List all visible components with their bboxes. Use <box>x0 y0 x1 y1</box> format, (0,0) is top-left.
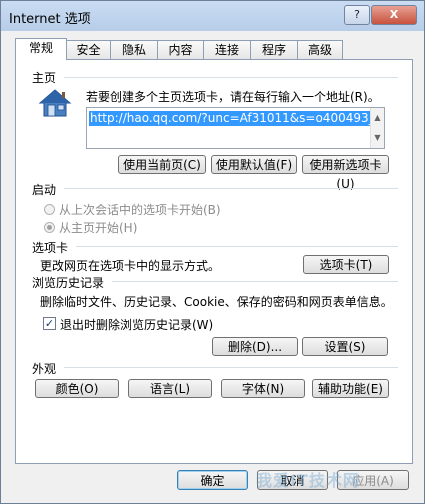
history-settings-button[interactable]: 设置(S) <box>302 337 388 356</box>
history-description: 删除临时文件、历史记录、Cookie、保存的密码和网页表单信息。 <box>40 295 393 309</box>
homepage-url-text: http://hao.qq.com/?unc=Af31011&s=o400493… <box>89 111 376 126</box>
window-title: Internet 选项 <box>9 12 91 27</box>
homepage-divider <box>64 77 398 78</box>
radio-homepage-label: 从主页开始(H) <box>59 221 138 235</box>
tab-general[interactable]: 常规 <box>15 38 67 60</box>
radio-last-session[interactable] <box>44 204 55 215</box>
tabs-section-description: 更改网页在选项卡中的显示方式。 <box>40 259 221 273</box>
appearance-heading: 外观 <box>32 362 57 376</box>
history-divider <box>112 281 398 282</box>
delete-history-on-exit-label: 退出时删除浏览历史记录(W) <box>60 318 214 332</box>
tabs-section-heading: 选项卡 <box>32 241 69 255</box>
delete-history-button[interactable]: 删除(D)... <box>212 337 298 356</box>
tab-programs[interactable]: 程序 <box>250 40 298 59</box>
appearance-divider <box>64 367 398 368</box>
homepage-heading: 主页 <box>32 71 57 85</box>
homepage-url-field[interactable]: http://hao.qq.com/?unc=Af31011&s=o400493… <box>86 107 385 149</box>
tab-advanced[interactable]: 高级 <box>297 40 343 59</box>
accessibility-button[interactable]: 辅助功能(E) <box>312 379 389 398</box>
url-scrollbar[interactable]: ▲ ▼ <box>370 108 384 148</box>
tab-privacy[interactable]: 隐私 <box>110 40 158 59</box>
title-bar[interactable]: Internet 选项 ? X <box>1 1 424 31</box>
house-icon <box>38 88 72 118</box>
tab-content[interactable]: 内容 <box>157 40 204 59</box>
watermark-text: 我爱IT技术网 <box>256 471 360 490</box>
tabs-section-divider <box>76 246 398 247</box>
colors-button[interactable]: 颜色(O) <box>35 379 119 398</box>
startup-divider <box>64 188 398 189</box>
startup-heading: 启动 <box>32 183 57 197</box>
history-heading: 浏览历史记录 <box>32 276 105 290</box>
languages-button[interactable]: 语言(L) <box>128 379 212 398</box>
tab-connections[interactable]: 连接 <box>203 40 251 59</box>
help-button[interactable]: ? <box>344 5 370 25</box>
fonts-button[interactable]: 字体(N) <box>221 379 305 398</box>
use-current-button[interactable]: 使用当前页(C) <box>118 155 206 174</box>
homepage-instruction: 若要创建多个主页选项卡，请在每行输入一个地址(R)。 <box>86 90 380 104</box>
use-new-tab-button[interactable]: 使用新选项卡(U) <box>302 155 389 191</box>
delete-history-on-exit-checkbox[interactable]: ✓ <box>43 317 56 330</box>
ok-button[interactable]: 确定 <box>177 470 248 490</box>
tabs-settings-button[interactable]: 选项卡(T) <box>303 255 389 274</box>
radio-last-session-label: 从上次会话中的选项卡开始(B) <box>59 203 221 217</box>
close-button[interactable]: X <box>371 5 417 25</box>
tab-security[interactable]: 安全 <box>66 40 111 59</box>
general-tab-panel: 主页 若要创建多个主页选项卡，请在每行输入一个地址(R)。 http://hao… <box>15 59 413 464</box>
radio-homepage[interactable] <box>44 222 55 233</box>
internet-options-window: Internet 选项 ? X 常规 安全 隐私 内容 连接 程序 高级 主页 … <box>0 0 425 504</box>
use-default-button[interactable]: 使用默认值(F) <box>211 155 297 174</box>
